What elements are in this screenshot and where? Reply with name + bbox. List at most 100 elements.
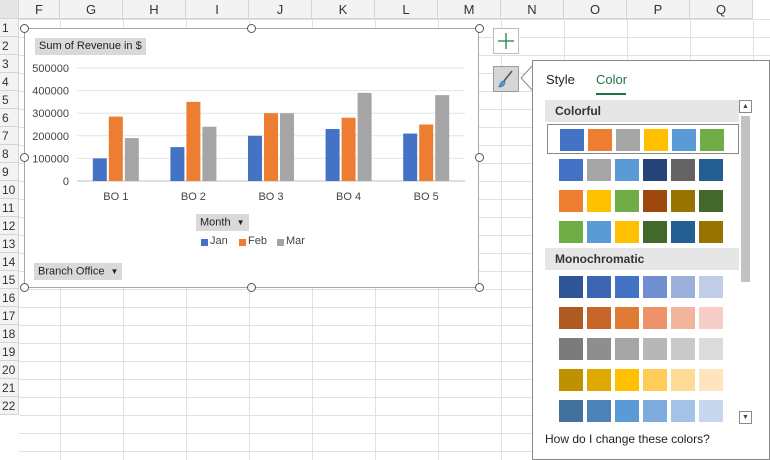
row-header-19[interactable]: 19	[0, 343, 19, 361]
color-swatch	[559, 307, 583, 329]
color-swatch	[588, 129, 612, 151]
row-header-12[interactable]: 12	[0, 217, 19, 235]
row-header-13[interactable]: 13	[0, 235, 19, 253]
color-swatch	[699, 190, 723, 212]
color-swatch	[615, 307, 639, 329]
row-header-16[interactable]: 16	[0, 289, 19, 307]
row-header-17[interactable]: 17	[0, 307, 19, 325]
bar-mar-1	[124, 138, 139, 181]
row-header-1[interactable]: 1	[0, 19, 19, 37]
y-tick-label: 0	[63, 176, 69, 188]
row-header-21[interactable]: 21	[0, 379, 19, 397]
tab-color[interactable]: Color	[596, 72, 627, 87]
color-swatch	[643, 159, 667, 181]
column-header-f[interactable]: F	[19, 0, 60, 19]
color-palette-option[interactable]	[547, 186, 739, 216]
color-swatch	[560, 129, 584, 151]
color-swatch	[587, 400, 611, 422]
row-header-15[interactable]: 15	[0, 271, 19, 289]
resize-handle-bottom[interactable]	[247, 283, 256, 292]
month-field-button[interactable]: Month ▼	[196, 214, 249, 232]
row-header-10[interactable]: 10	[0, 181, 19, 199]
row-header-11[interactable]: 11	[0, 199, 19, 217]
column-header-k[interactable]: K	[312, 0, 375, 19]
color-swatch	[643, 338, 667, 360]
x-tick-label: BO 1	[103, 191, 128, 203]
color-swatch	[671, 400, 695, 422]
column-header-i[interactable]: I	[186, 0, 249, 19]
row-header-8[interactable]: 8	[0, 145, 19, 163]
color-swatch	[615, 369, 639, 391]
row-header-6[interactable]: 6	[0, 109, 19, 127]
column-header-p[interactable]: P	[627, 0, 690, 19]
chart-styles-button[interactable]	[493, 66, 519, 92]
resize-handle-right[interactable]	[475, 153, 484, 162]
color-palette-option[interactable]	[547, 365, 739, 395]
column-header-l[interactable]: L	[375, 0, 438, 19]
color-swatch	[615, 338, 639, 360]
branch-office-field-button[interactable]: Branch Office ▼	[34, 263, 123, 281]
scroll-down-icon[interactable]: ▼	[739, 411, 752, 424]
color-swatch	[643, 276, 667, 298]
column-header-n[interactable]: N	[501, 0, 564, 19]
color-palette-option[interactable]	[547, 303, 739, 333]
plus-icon	[498, 33, 514, 49]
tab-style[interactable]: Style	[546, 72, 575, 87]
legend-swatch-jan	[201, 239, 208, 246]
chart-elements-button[interactable]	[493, 28, 519, 54]
column-header-m[interactable]: M	[438, 0, 501, 19]
row-header-4[interactable]: 4	[0, 73, 19, 91]
color-swatch	[643, 400, 667, 422]
bar-mar-2	[202, 126, 217, 181]
color-palette-option[interactable]	[547, 396, 739, 424]
column-header-j[interactable]: J	[249, 0, 312, 19]
bar-feb-1	[108, 116, 123, 181]
column-header-q[interactable]: Q	[690, 0, 753, 19]
row-header-7[interactable]: 7	[0, 127, 19, 145]
color-swatch	[671, 338, 695, 360]
x-tick-label: BO 3	[258, 191, 283, 203]
color-swatch	[671, 221, 695, 243]
row-header-3[interactable]: 3	[0, 55, 19, 73]
column-header-g[interactable]: G	[60, 0, 123, 19]
color-palette-option[interactable]	[547, 217, 739, 247]
row-header-20[interactable]: 20	[0, 361, 19, 379]
dropdown-arrow-icon: ▼	[110, 267, 119, 276]
resize-handle-bottom-right[interactable]	[475, 283, 484, 292]
row-header-2[interactable]: 2	[0, 37, 19, 55]
pivot-chart[interactable]: Sum of Revenue in $ 0 100000 200000 300000 4…	[24, 28, 479, 288]
legend-label-mar: Mar	[286, 235, 305, 247]
chart-legend: Jan Feb Mar	[201, 235, 321, 249]
color-swatch	[587, 307, 611, 329]
color-swatch	[671, 190, 695, 212]
column-header-h[interactable]: H	[123, 0, 186, 19]
scroll-thumb[interactable]	[741, 116, 750, 282]
color-swatch	[671, 307, 695, 329]
color-swatch	[616, 129, 640, 151]
color-swatch	[699, 307, 723, 329]
color-swatch	[559, 159, 583, 181]
resize-handle-top-left[interactable]	[20, 24, 29, 33]
resize-handle-left[interactable]	[20, 153, 29, 162]
resize-handle-bottom-left[interactable]	[20, 283, 29, 292]
scroll-up-icon[interactable]: ▲	[739, 100, 752, 113]
color-palette-option[interactable]	[547, 124, 739, 154]
row-header-14[interactable]: 14	[0, 253, 19, 271]
row-header-9[interactable]: 9	[0, 163, 19, 181]
resize-handle-top[interactable]	[247, 24, 256, 33]
color-swatch	[587, 276, 611, 298]
help-link[interactable]: How do I change these colors?	[545, 432, 710, 446]
color-palette-option[interactable]	[547, 272, 739, 302]
select-all-corner[interactable]	[0, 0, 19, 19]
resize-handle-top-right[interactable]	[475, 24, 484, 33]
row-header-5[interactable]: 5	[0, 91, 19, 109]
color-palette-option[interactable]	[547, 155, 739, 185]
color-swatch	[587, 369, 611, 391]
value-field-button[interactable]: Sum of Revenue in $	[35, 38, 146, 55]
column-header-o[interactable]: O	[564, 0, 627, 19]
row-header-22[interactable]: 22	[0, 397, 19, 415]
bar-jan-5	[403, 133, 418, 181]
palette-scrollbar[interactable]: ▲ ▼	[739, 100, 752, 424]
color-palette-option[interactable]	[547, 334, 739, 364]
row-header-18[interactable]: 18	[0, 325, 19, 343]
